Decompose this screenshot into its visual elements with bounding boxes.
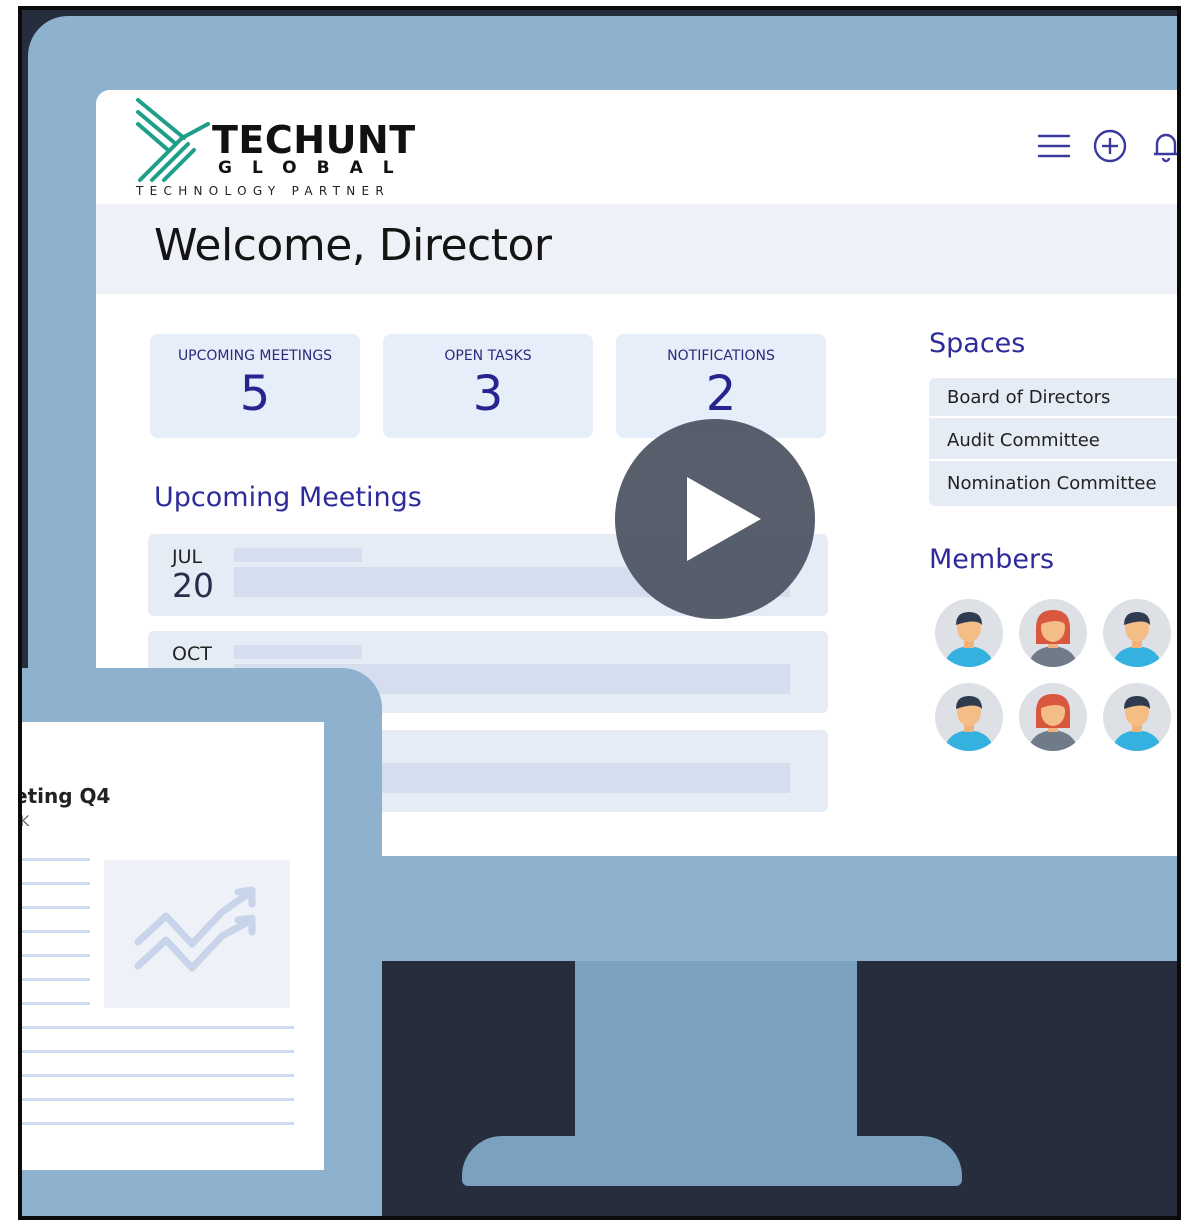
member-avatar-male-icon[interactable] xyxy=(934,598,1004,668)
stat-label: NOTIFICATIONS xyxy=(667,348,775,364)
logo-mark-icon xyxy=(136,98,210,182)
tablet-meeting-subtitle: K xyxy=(22,814,29,830)
tablet-illustration: eting Q4 K xyxy=(22,668,382,1216)
stat-label: OPEN TASKS xyxy=(444,348,532,364)
video-thumbnail-frame: TECHUNT GLOBAL TECHNOLOGY PARTNER Welcom… xyxy=(18,6,1181,1220)
play-button[interactable] xyxy=(615,419,815,619)
play-icon xyxy=(687,477,761,561)
space-item-audit[interactable]: Audit Committee xyxy=(929,421,1177,461)
tablet-screen: eting Q4 K xyxy=(22,722,324,1170)
stat-label: UPCOMING MEETINGS xyxy=(177,348,333,364)
welcome-band: Welcome, Director xyxy=(96,204,1177,294)
trend-chart-thumbnail xyxy=(104,860,290,1008)
text-line-placeholder xyxy=(22,1122,294,1125)
member-avatar-male-icon[interactable] xyxy=(1102,682,1172,752)
spaces-title: Spaces xyxy=(929,328,1026,359)
member-avatar-female-icon[interactable] xyxy=(1018,682,1088,752)
upcoming-meetings-title: Upcoming Meetings xyxy=(154,482,422,513)
logo-global: GLOBAL xyxy=(218,158,414,178)
logo-tagline: TECHNOLOGY PARTNER xyxy=(136,184,391,198)
stat-card-open-tasks[interactable]: OPEN TASKS 3 xyxy=(383,334,593,438)
meeting-title-placeholder xyxy=(234,548,362,562)
text-line-placeholder xyxy=(22,978,90,981)
text-line-placeholder xyxy=(22,930,90,933)
space-item-board[interactable]: Board of Directors xyxy=(929,378,1177,418)
bell-icon[interactable] xyxy=(1148,128,1181,164)
stat-value: 3 xyxy=(472,366,504,422)
member-avatar-male-icon[interactable] xyxy=(934,682,1004,752)
meeting-month: JUL xyxy=(172,546,203,568)
menu-icon[interactable] xyxy=(1036,128,1072,164)
text-line-placeholder xyxy=(22,1098,294,1101)
meeting-month: OCT xyxy=(172,643,212,665)
tablet-meeting-title: eting Q4 xyxy=(22,784,111,808)
meeting-title-placeholder xyxy=(234,645,362,659)
member-avatar-female-icon[interactable] xyxy=(1018,598,1088,668)
space-item-nomination[interactable]: Nomination Committee xyxy=(929,464,1177,504)
text-line-placeholder xyxy=(22,1002,90,1005)
text-line-placeholder xyxy=(22,1050,294,1053)
text-line-placeholder xyxy=(22,1026,294,1029)
add-circle-icon[interactable] xyxy=(1092,128,1128,164)
monitor-base xyxy=(462,1136,962,1186)
member-avatar-male-icon[interactable] xyxy=(1102,598,1172,668)
trend-arrows-icon xyxy=(134,886,256,972)
techunt-logo: TECHUNT GLOBAL TECHNOLOGY PARTNER xyxy=(136,98,426,202)
stat-value: 5 xyxy=(239,366,271,422)
monitor-stand xyxy=(575,961,857,1141)
text-line-placeholder xyxy=(22,858,90,861)
stat-value: 2 xyxy=(705,366,737,422)
text-line-placeholder xyxy=(22,882,90,885)
logo-wordmark: TECHUNT xyxy=(212,118,416,162)
stat-card-upcoming-meetings[interactable]: UPCOMING MEETINGS 5 xyxy=(150,334,360,438)
page-title: Welcome, Director xyxy=(154,220,552,271)
top-bar: TECHUNT GLOBAL TECHNOLOGY PARTNER xyxy=(96,90,1181,204)
members-title: Members xyxy=(929,544,1055,575)
text-line-placeholder xyxy=(22,954,90,957)
meeting-day: 20 xyxy=(172,566,214,605)
text-line-placeholder xyxy=(22,906,90,909)
text-line-placeholder xyxy=(22,1074,294,1077)
spaces-list: Board of Directors Audit Committee Nomin… xyxy=(929,378,1177,506)
